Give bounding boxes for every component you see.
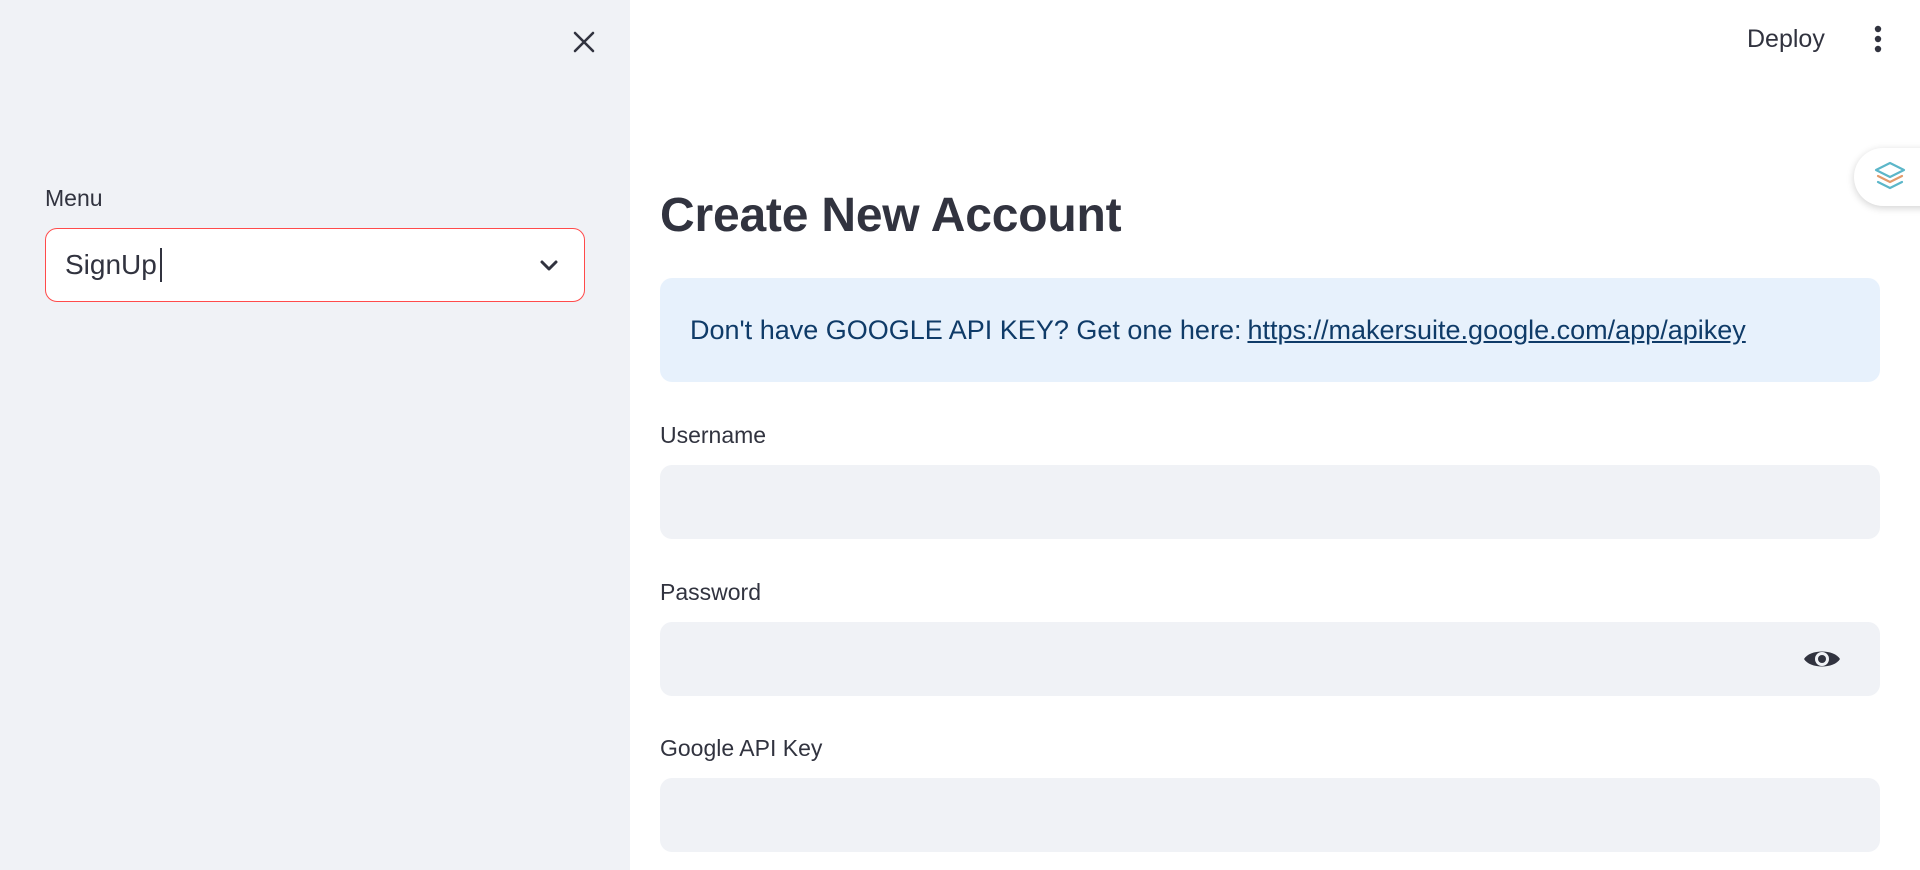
- floating-extension-tab[interactable]: [1854, 148, 1920, 206]
- username-input-wrapper: [660, 465, 1880, 539]
- deploy-button[interactable]: Deploy: [1735, 18, 1837, 60]
- layers-icon: [1874, 161, 1906, 190]
- menu-select-value: SignUp: [65, 249, 157, 280]
- password-input[interactable]: [660, 622, 1880, 696]
- menu-select[interactable]: SignUp: [45, 228, 585, 302]
- info-text: Don't have GOOGLE API KEY? Get one here:: [690, 314, 1242, 345]
- app-root: Menu SignUp Deploy Create New Account Do…: [0, 0, 1920, 870]
- menu-select-toggle[interactable]: [536, 253, 562, 279]
- close-sidebar-button[interactable]: [566, 24, 602, 60]
- text-caret: [159, 248, 162, 282]
- show-password-button[interactable]: [1802, 642, 1842, 676]
- chevron-down-icon: [540, 260, 558, 271]
- password-label: Password: [660, 579, 761, 605]
- page-title: Create New Account: [660, 189, 1122, 242]
- menu-label: Menu: [45, 185, 103, 211]
- sidebar: Menu SignUp: [0, 0, 630, 870]
- more-vertical-icon: [1874, 25, 1882, 53]
- username-label: Username: [660, 422, 767, 448]
- username-input[interactable]: [660, 465, 1880, 539]
- api-key-input-wrapper: [660, 778, 1880, 852]
- api-key-link[interactable]: https://makersuite.google.com/app/apikey: [1247, 315, 1745, 346]
- info-alert: Don't have GOOGLE API KEY? Get one here:…: [660, 278, 1880, 382]
- api-key-input[interactable]: [660, 778, 1880, 852]
- api-key-label: Google API Key: [660, 735, 823, 761]
- password-input-wrapper: [660, 622, 1880, 696]
- close-icon: [573, 31, 595, 53]
- main-menu-button[interactable]: [1862, 18, 1894, 60]
- eye-icon: [1804, 651, 1840, 667]
